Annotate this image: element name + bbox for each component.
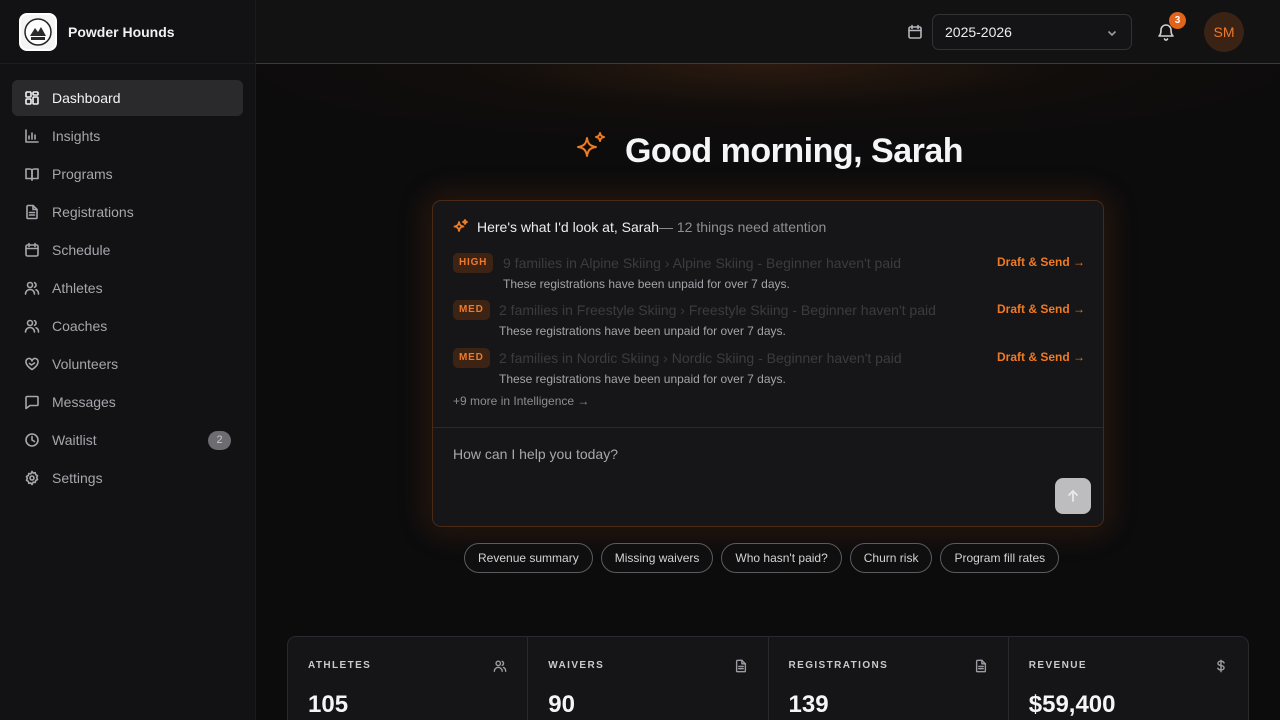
stat-label: ATHLETES [308, 660, 372, 671]
chip-churn-risk[interactable]: Churn risk [849, 543, 933, 573]
panel-header: Here's what I'd look at, Sarah — 12 thin… [453, 219, 826, 235]
draft-send-link[interactable]: Draft & Send → [997, 302, 1085, 316]
chip-missing-waivers[interactable]: Missing waivers [600, 543, 714, 573]
alert-title: 2 families in Freestyle Skiing › Freesty… [499, 302, 936, 318]
alert-subtitle: These registrations have been unpaid for… [503, 277, 790, 291]
main-content: Good morning, Sarah Here's what I'd look… [256, 64, 1280, 720]
alert-subtitle: These registrations have been unpaid for… [499, 324, 786, 338]
panel-lead: Here's what I'd look at, Sarah [477, 219, 659, 235]
sidebar-item-schedule[interactable]: Schedule [12, 232, 243, 268]
send-button[interactable] [1055, 478, 1091, 514]
alert-subtitle: These registrations have been unpaid for… [499, 372, 786, 386]
sidebar-item-settings[interactable]: Settings [12, 460, 243, 496]
stat-card-revenue[interactable]: REVENUE $59,400 [1009, 637, 1248, 720]
season-select[interactable]: 2025-2026 [932, 14, 1132, 50]
users-icon [24, 280, 40, 296]
document-icon [24, 204, 40, 220]
priority-badge: MED [453, 300, 490, 320]
sidebar-item-label: Registrations [52, 204, 134, 220]
priority-badge: MED [453, 348, 490, 368]
sidebar-item-volunteers[interactable]: Volunteers [12, 346, 243, 382]
sidebar-nav: Dashboard Insights Programs Registration… [0, 64, 255, 514]
clock-icon [24, 432, 40, 448]
sidebar-item-athletes[interactable]: Athletes [12, 270, 243, 306]
alert-item: HIGH 9 families in Alpine Skiing › Alpin… [453, 251, 1085, 291]
sidebar-item-label: Dashboard [52, 90, 121, 106]
alert-title: 2 families in Nordic Skiing › Nordic Ski… [499, 350, 902, 366]
stat-value: $59,400 [1028, 691, 1116, 718]
message-icon [24, 394, 40, 410]
sidebar-item-label: Messages [52, 394, 116, 410]
arrow-up-icon [1068, 489, 1078, 502]
divider [433, 427, 1103, 428]
bar-chart-icon [24, 128, 40, 144]
document-icon [734, 659, 748, 673]
sidebar-item-programs[interactable]: Programs [12, 156, 243, 192]
alert-title: 9 families in Alpine Skiing › Alpine Ski… [503, 255, 902, 271]
draft-send-link[interactable]: Draft & Send → [997, 350, 1085, 364]
sparkles-icon [573, 130, 609, 166]
notification-count-badge: 3 [1169, 12, 1186, 29]
gear-icon [24, 470, 40, 486]
sidebar-item-messages[interactable]: Messages [12, 384, 243, 420]
priority-badge: HIGH [453, 253, 494, 273]
sidebar-item-label: Insights [52, 128, 101, 144]
sidebar-item-label: Schedule [52, 242, 111, 258]
brand[interactable]: Powder Hounds [0, 0, 255, 64]
assistant-panel: Here's what I'd look at, Sarah — 12 thin… [432, 200, 1104, 527]
top-bar: 2025-2026 3 SM [256, 0, 1280, 64]
chip-revenue-summary[interactable]: Revenue summary [464, 543, 593, 573]
stat-label: WAIVERS [548, 660, 605, 671]
stats-cards: ATHLETES 105 WAIVERS 90 REGISTRATIONS 13… [287, 636, 1249, 720]
avatar[interactable]: SM [1204, 12, 1244, 52]
calendar-icon [24, 242, 40, 258]
suggestion-chips: Revenue summary Missing waivers Who hasn… [464, 543, 1060, 573]
stat-value: 90 [548, 691, 575, 718]
dollar-icon [1214, 659, 1228, 673]
sidebar-item-dashboard[interactable]: Dashboard [12, 80, 243, 116]
stat-label: REVENUE [1028, 660, 1087, 671]
sidebar-item-label: Settings [52, 470, 103, 486]
app-logo [19, 12, 57, 51]
stat-value: 139 [788, 691, 829, 718]
season-value: 2025-2026 [945, 24, 1012, 40]
draft-send-link[interactable]: Draft & Send → [997, 255, 1085, 269]
attention-summary: — 12 things need attention [659, 219, 827, 235]
sidebar-item-label: Coaches [52, 318, 108, 334]
sidebar: Powder Hounds Dashboard Insights Program… [0, 0, 256, 720]
sparkles-icon [453, 219, 469, 235]
chevron-down-icon [1105, 26, 1119, 40]
stat-card-waivers[interactable]: WAIVERS 90 [528, 637, 769, 720]
stat-card-athletes[interactable]: ATHLETES 105 [288, 637, 529, 720]
chip-program-fill-rates[interactable]: Program fill rates [940, 543, 1060, 573]
prompt-input[interactable]: How can I help you today? [453, 446, 618, 462]
dashboard-icon [24, 90, 40, 106]
calendar-icon [907, 24, 923, 40]
sidebar-item-label: Volunteers [52, 356, 119, 372]
sidebar-item-registrations[interactable]: Registrations [12, 194, 243, 230]
chip-who-hasnt-paid[interactable]: Who hasn't paid? [721, 543, 842, 573]
stat-card-registrations[interactable]: REGISTRATIONS 139 [769, 637, 1009, 720]
waitlist-count-badge: 2 [208, 431, 231, 450]
greeting-text: Good morning, Sarah [624, 132, 964, 170]
users-icon [493, 659, 507, 673]
document-icon [974, 659, 988, 673]
user-group-icon [24, 318, 40, 334]
more-intelligence-link[interactable]: +9 more in Intelligence → [453, 394, 589, 408]
book-icon [24, 166, 40, 182]
sidebar-item-label: Waitlist [52, 432, 97, 448]
sidebar-item-waitlist[interactable]: Waitlist 2 [12, 422, 243, 458]
heart-handshake-icon [24, 356, 40, 372]
page-title: Good morning, Sarah [256, 130, 1280, 171]
app-name: Powder Hounds [68, 23, 175, 40]
stat-label: REGISTRATIONS [788, 660, 889, 671]
alert-item: MED 2 families in Freestyle Skiing › Fre… [453, 298, 1085, 338]
sidebar-item-coaches[interactable]: Coaches [12, 308, 243, 344]
sidebar-item-insights[interactable]: Insights [12, 118, 243, 154]
sidebar-item-label: Programs [52, 166, 113, 182]
stat-value: 105 [308, 691, 349, 718]
alert-item: MED 2 families in Nordic Skiing › Nordic… [453, 346, 1085, 386]
sidebar-item-label: Athletes [52, 280, 103, 296]
